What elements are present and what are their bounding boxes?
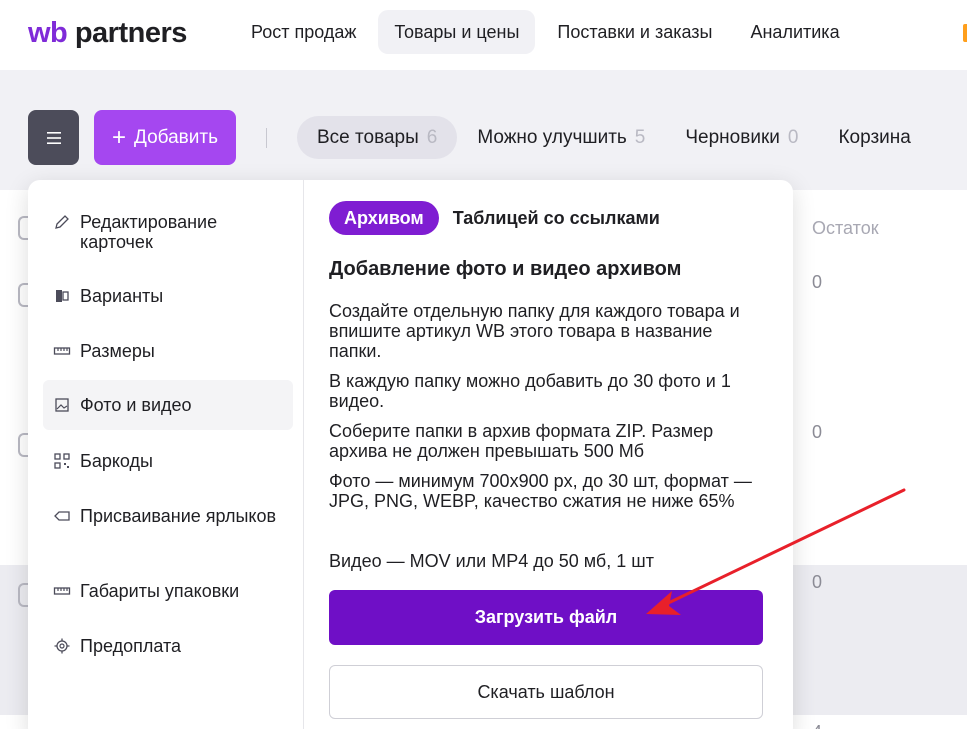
add-button-label: Добавить (134, 126, 218, 148)
menu-item-label: Предоплата (80, 636, 181, 656)
tab-drafts[interactable]: Черновики 0 (665, 116, 818, 159)
menu-item-photo-video[interactable]: Фото и видео (43, 380, 293, 430)
upload-file-button[interactable]: Загрузить файл (329, 590, 763, 645)
gear-icon (52, 636, 72, 656)
tag-icon (52, 506, 72, 526)
table-cell-stock: 0 (812, 272, 823, 292)
menu-item-label: Фото и видео (80, 395, 192, 415)
tab-count: 0 (787, 126, 799, 148)
table-cell-stock: 0 (812, 422, 823, 442)
menu-item-package-dimensions[interactable]: Габариты упаковки (43, 581, 293, 601)
menu-button[interactable] (28, 110, 79, 165)
mode-table-links-button[interactable]: Таблицей со ссылками (453, 201, 660, 235)
ruler-icon (52, 341, 72, 361)
image-icon (52, 395, 72, 415)
table-cell-stock: 4 (812, 722, 822, 729)
plus-icon: + (112, 123, 127, 151)
variants-icon (52, 286, 72, 306)
nav-item-products-prices[interactable]: Товары и цены (378, 10, 536, 54)
upload-mode-switch: Архивом Таблицей со ссылками (329, 201, 660, 235)
instruction-text: Фото — минимум 700х900 px, до 30 шт, фор… (329, 471, 752, 511)
table-cell-stock: 0 (812, 572, 823, 592)
actions-menu: Редактирование карточек Варианты Размеры… (28, 180, 304, 729)
nav-item-supplies-orders[interactable]: Поставки и заказы (541, 10, 728, 54)
tab-label: Корзина (838, 126, 911, 148)
mode-archive-button[interactable]: Архивом (329, 201, 439, 235)
instruction-text: Видео — MOV или MP4 до 50 мб, 1 шт (329, 551, 654, 571)
instruction-text: Соберите папки в архив формата ZIP. Разм… (329, 421, 714, 461)
menu-item-label: Варианты (80, 286, 164, 306)
hamburger-icon (46, 131, 61, 144)
add-button[interactable]: + Добавить (94, 110, 236, 165)
menu-item-barcodes[interactable]: Баркоды (43, 451, 293, 471)
logo-wb: wb (28, 17, 68, 49)
column-header-stock[interactable]: Остаток (812, 218, 879, 239)
tab-label: Можно улучшить (477, 126, 627, 148)
toolbar-divider (266, 128, 267, 148)
nav-item-analytics[interactable]: Аналитика (734, 10, 855, 54)
menu-item-label: Габариты упаковки (80, 581, 240, 601)
tab-all-products[interactable]: Все товары 6 (297, 116, 458, 159)
tab-can-improve[interactable]: Можно улучшить 5 (457, 116, 665, 159)
menu-item-prepayment[interactable]: Предоплата (43, 636, 293, 656)
nav-overflow-badge (963, 24, 967, 42)
tab-trash[interactable]: Корзина (818, 116, 930, 159)
menu-item-sizes[interactable]: Размеры (43, 341, 293, 361)
menu-item-label: Размеры (80, 341, 155, 361)
product-tabs: Все товары 6 Можно улучшить 5 Черновики 0 К… (297, 116, 931, 159)
menu-item-labels[interactable]: Присваивание ярлыков (43, 506, 293, 526)
tab-count: 5 (634, 126, 646, 148)
tab-label: Все товары (317, 126, 419, 148)
ruler-icon (52, 581, 72, 601)
actions-dropdown-panel: Редактирование карточек Варианты Размеры… (28, 180, 793, 729)
menu-item-label: Редактирование карточек (80, 212, 218, 252)
top-header: wb partners Рост продаж Товары и цены По… (0, 0, 967, 70)
logo-partners: partners (74, 17, 188, 49)
upload-title: Добавление фото и видео архивом (329, 258, 682, 280)
tab-label: Черновики (685, 126, 780, 148)
menu-item-variants[interactable]: Варианты (43, 286, 293, 306)
menu-item-label: Баркоды (80, 451, 153, 471)
main-nav: Рост продаж Товары и цены Поставки и зак… (235, 10, 856, 54)
qr-icon (52, 451, 72, 471)
tab-count: 6 (426, 126, 438, 148)
instruction-text: В каждую папку можно добавить до 30 фото… (329, 371, 731, 411)
menu-item-label: Присваивание ярлыков (80, 506, 277, 526)
nav-item-sales-growth[interactable]: Рост продаж (235, 10, 372, 54)
logo[interactable]: wb partners (28, 15, 187, 51)
pencil-icon (52, 212, 72, 232)
download-template-button[interactable]: Скачать шаблон (329, 665, 763, 719)
menu-item-edit-cards[interactable]: Редактирование карточек (43, 212, 293, 252)
instruction-text: Создайте отдельную папку для каждого тов… (329, 301, 740, 361)
